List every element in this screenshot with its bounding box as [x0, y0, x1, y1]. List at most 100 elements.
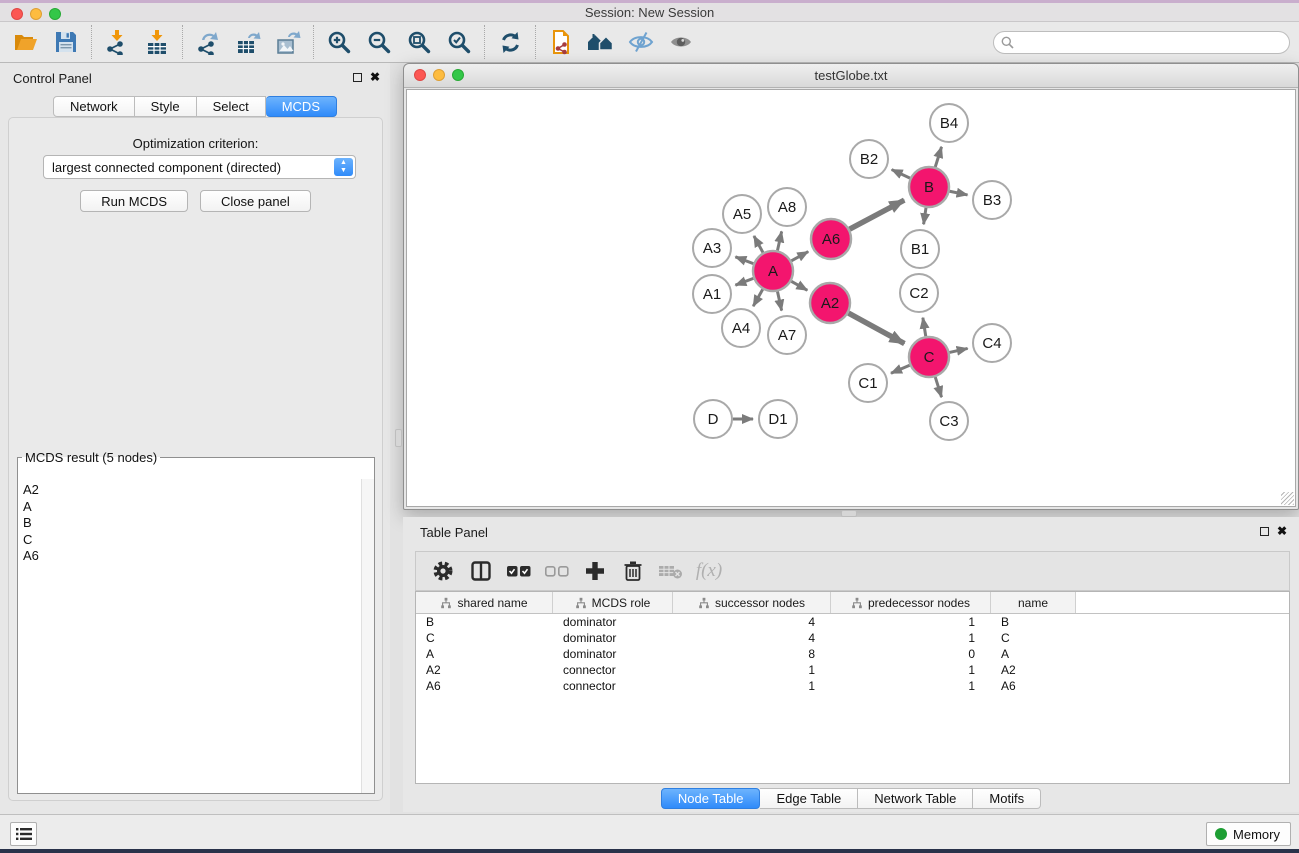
- graph-edge-B-B3[interactable]: [950, 191, 968, 195]
- tab-select[interactable]: Select: [197, 96, 266, 117]
- network-canvas[interactable]: B4B2BB3A5A8A6A3AB1A1A2C2A4A7C4CC1DD1C3: [406, 89, 1296, 507]
- table-cell: A: [416, 646, 553, 662]
- graph-edge-A-A8[interactable]: [777, 231, 781, 250]
- tab-mcds[interactable]: MCDS: [266, 96, 337, 117]
- home-layout-button[interactable]: [584, 25, 618, 59]
- import-table-button[interactable]: [140, 25, 174, 59]
- hide-graphics-details-button[interactable]: [624, 25, 658, 59]
- close-panel-icon[interactable]: ✖: [370, 72, 380, 83]
- horizontal-splitter-handle[interactable]: [841, 510, 857, 517]
- column-header-predecessor-nodes[interactable]: predecessor nodes: [831, 592, 991, 613]
- graph-node-label: A6: [822, 231, 840, 248]
- checked-boxes-icon: [506, 560, 532, 582]
- trash-icon: [622, 560, 644, 582]
- result-item[interactable]: A2: [23, 482, 361, 499]
- graph-edge-A-A2[interactable]: [791, 281, 807, 290]
- graph-edge-C-C2[interactable]: [923, 318, 926, 337]
- import-network-button[interactable]: [100, 25, 134, 59]
- table-toolbar: f(x): [415, 551, 1290, 591]
- select-all-columns-button[interactable]: [504, 556, 534, 586]
- export-image-button[interactable]: [271, 25, 305, 59]
- attribute-tree-icon: [440, 597, 452, 609]
- graph-edge-A-A3[interactable]: [735, 257, 753, 264]
- table-row[interactable]: A6connector11A6: [416, 678, 1289, 694]
- network-window-titlebar[interactable]: testGlobe.txt: [404, 64, 1298, 88]
- table-panel-title: Table Panel: [420, 525, 488, 540]
- table-row[interactable]: Adominator80A: [416, 646, 1289, 662]
- tab-node-table[interactable]: Node Table: [661, 788, 761, 809]
- panel-splitter-handle[interactable]: [395, 429, 402, 447]
- tab-network-table[interactable]: Network Table: [858, 788, 973, 809]
- delete-table-button[interactable]: [656, 556, 686, 586]
- table-mode-gear-button[interactable]: [428, 556, 458, 586]
- tab-style[interactable]: Style: [135, 96, 197, 117]
- show-graphics-details-button[interactable]: [664, 25, 698, 59]
- zoom-fit-icon: [407, 30, 432, 55]
- tab-edge-table[interactable]: Edge Table: [760, 788, 858, 809]
- graph-edge-C-C3[interactable]: [935, 377, 941, 397]
- graph-edge-A-A1[interactable]: [735, 278, 753, 285]
- export-network-button[interactable]: [191, 25, 225, 59]
- column-header-filler: [1076, 592, 1289, 613]
- graph-edge-B-B1[interactable]: [924, 208, 926, 224]
- result-item[interactable]: A6: [23, 548, 361, 565]
- zoom-fit-button[interactable]: [402, 25, 436, 59]
- table-row[interactable]: A2connector11A2: [416, 662, 1289, 678]
- graph-edge-A6-B[interactable]: [850, 200, 905, 229]
- result-item[interactable]: B: [23, 515, 361, 532]
- tab-motifs[interactable]: Motifs: [973, 788, 1041, 809]
- result-item[interactable]: A: [23, 499, 361, 516]
- deselect-all-columns-button[interactable]: [542, 556, 572, 586]
- column-header-successor-nodes[interactable]: successor nodes: [673, 592, 831, 613]
- run-mcds-button[interactable]: Run MCDS: [80, 190, 188, 212]
- delete-table-icon: [658, 560, 684, 582]
- search-field[interactable]: [993, 31, 1290, 54]
- desktop-edge-bottom: [0, 849, 1299, 853]
- resize-grip-icon[interactable]: [1281, 492, 1294, 505]
- add-column-button[interactable]: [580, 556, 610, 586]
- float-panel-icon[interactable]: [353, 73, 362, 82]
- new-network-from-file-button[interactable]: [544, 25, 578, 59]
- graph-edge-A-A5[interactable]: [754, 236, 763, 253]
- close-panel-button[interactable]: Close panel: [200, 190, 311, 212]
- graph-edge-A2-C[interactable]: [848, 313, 904, 344]
- tab-network[interactable]: Network: [53, 96, 135, 117]
- node-table[interactable]: shared nameMCDS rolesuccessor nodesprede…: [415, 591, 1290, 784]
- table-cell: C: [991, 630, 1076, 646]
- toolbar-separator: [182, 25, 183, 59]
- mcds-result-list[interactable]: A2ABCA6: [18, 479, 361, 793]
- zoom-in-button[interactable]: [322, 25, 356, 59]
- zoom-out-button[interactable]: [362, 25, 396, 59]
- result-scrollbar[interactable]: [361, 479, 374, 793]
- save-session-button[interactable]: [49, 25, 83, 59]
- zoom-selected-button[interactable]: [442, 25, 476, 59]
- column-header-shared-name[interactable]: shared name: [416, 592, 553, 613]
- graph-edge-C-C4[interactable]: [949, 348, 967, 352]
- table-row[interactable]: Bdominator41B: [416, 614, 1289, 630]
- graph-edge-B-B2[interactable]: [892, 170, 910, 179]
- graph-node-label: C1: [858, 375, 877, 392]
- table-row[interactable]: Cdominator41C: [416, 630, 1289, 646]
- task-history-button[interactable]: [10, 822, 37, 846]
- graph-edge-A-A6[interactable]: [791, 252, 808, 261]
- export-table-button[interactable]: [231, 25, 265, 59]
- search-input[interactable]: [1018, 36, 1289, 50]
- function-builder-button[interactable]: f(x): [694, 556, 724, 586]
- criterion-dropdown[interactable]: largest connected component (directed) ▲…: [43, 155, 356, 179]
- column-header-name[interactable]: name: [991, 592, 1076, 613]
- memory-button[interactable]: Memory: [1206, 822, 1291, 846]
- column-selector-button[interactable]: [466, 556, 496, 586]
- open-file-button[interactable]: [9, 25, 43, 59]
- result-item[interactable]: C: [23, 532, 361, 549]
- graph-edge-C-C1[interactable]: [891, 365, 910, 373]
- delete-column-button[interactable]: [618, 556, 648, 586]
- float-table-panel-icon[interactable]: [1260, 527, 1269, 536]
- toolbar-separator: [535, 25, 536, 59]
- refresh-layout-button[interactable]: [493, 25, 527, 59]
- column-header-MCDS-role[interactable]: MCDS role: [553, 592, 673, 613]
- graph-edge-B-B4[interactable]: [935, 147, 941, 167]
- graph-edge-A-A4[interactable]: [753, 289, 762, 306]
- close-table-panel-icon[interactable]: ✖: [1277, 526, 1287, 537]
- graph-edge-A-A7[interactable]: [777, 292, 781, 311]
- table-cell: dominator: [553, 614, 673, 630]
